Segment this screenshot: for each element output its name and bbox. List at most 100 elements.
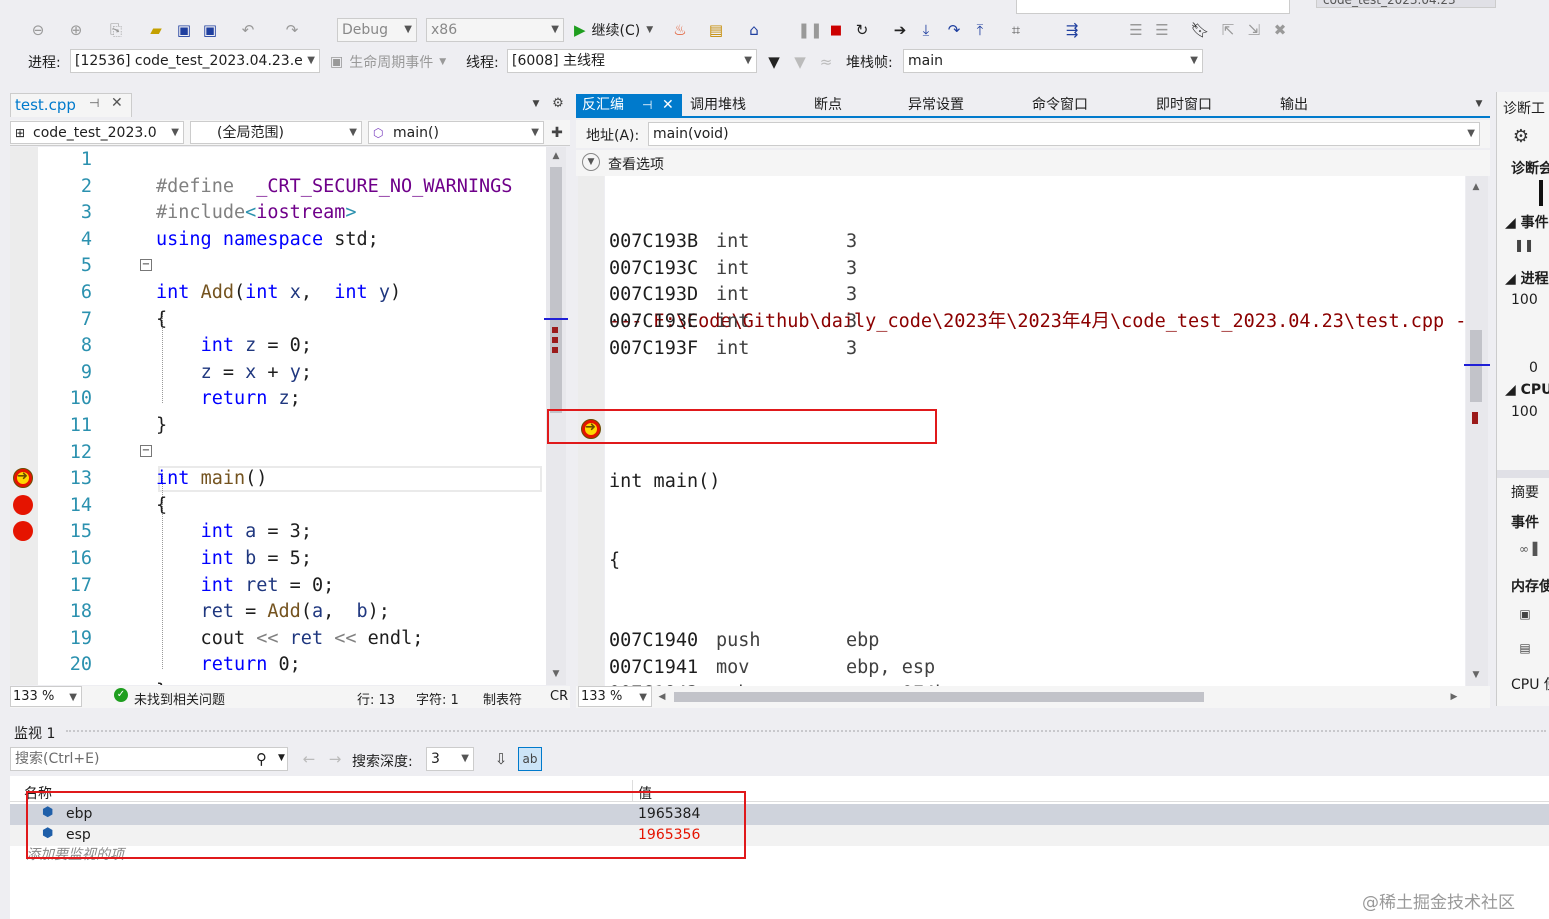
h-scroll-thumb[interactable] [674,692,1204,702]
prev-bookmark-icon[interactable]: ⇱ [1218,20,1238,40]
solution-tab[interactable]: code_test_2023.04.23 [1316,0,1496,8]
format-view-icon[interactable]: ab [518,747,542,771]
save-icon[interactable]: ▣ [174,20,194,40]
disasm-row[interactable]: 007C193B int 3 [609,229,1449,256]
diag-events-link[interactable]: ∞ ▌ [1519,542,1542,556]
filter-icon[interactable]: ▼ [764,52,784,72]
undo-icon[interactable]: ↶ [238,20,258,40]
thread-dropdown[interactable]: [6008] 主线程 ▼ [507,49,757,73]
split-icon[interactable]: ✚ [548,124,566,142]
outdent-icon[interactable]: ☰ [1126,20,1146,40]
stackframe-dropdown[interactable]: main ▼ [903,49,1203,73]
filter-clear-icon[interactable]: ▼ [790,52,810,72]
scope-dropdown[interactable]: (全局范围) ▼ [190,121,362,144]
new-project-icon[interactable]: ⎘ [106,20,126,40]
tab-exception-settings[interactable]: 异常设置 [908,94,964,116]
disasm-row[interactable]: 007C193C int 3 [609,256,1449,283]
pause-icon[interactable]: ❚❚ [797,20,822,40]
redo-icon[interactable]: ↷ [282,20,302,40]
indent-icon[interactable]: ☰ [1152,20,1172,40]
project-dropdown[interactable]: ⊞ code_test_2023.0 ▼ [10,121,184,144]
pin-icon[interactable]: ⊣ [89,96,99,110]
settings-icon[interactable]: ⚙ [550,94,566,112]
fold-toggle[interactable]: − [140,445,152,457]
next-bookmark-icon[interactable]: ⇲ [1244,20,1264,40]
forward-icon[interactable]: ⊕ [66,20,86,40]
pause-icon[interactable]: ❚❚ [1514,238,1534,252]
process-dropdown[interactable]: [12536] code_test_2023.04.23.e ▼ [70,49,320,73]
function-dropdown[interactable]: ⬡ main() ▼ [368,121,544,144]
disasm-row[interactable]: 007C193E int 3 [609,309,1449,336]
code-editor[interactable]: 1 2 3 4 5 6 7 8 9 10 11 12 13 14 15 16 17 18 19 20 − − #def… [38,147,546,685]
home-icon[interactable]: ⌂ [744,20,764,40]
step-over-icon[interactable]: ↷ [944,20,964,40]
watch-search-input[interactable]: 搜索(Ctrl+E) [10,747,288,771]
tab-immediate-window[interactable]: 即时窗口 [1156,94,1212,116]
breakpoint-icon[interactable] [13,495,33,515]
disasm-zoom-dropdown[interactable]: 133 % ▼ [578,686,652,707]
gear-icon[interactable]: ⚙ [1511,126,1531,147]
continue-button[interactable]: ▶ 继续(C) ▼ [574,18,653,42]
top-search-box[interactable] [1016,0,1290,14]
lifecycle-events-button[interactable]: ▣ 生命周期事件 ▼ [330,52,446,72]
fold-toggle[interactable]: − [140,259,152,271]
open-folder-icon[interactable]: ▰ [146,20,166,40]
close-icon[interactable]: ✕ [662,94,674,116]
tab-call-stack[interactable]: 调用堆栈 [690,94,746,116]
stop-icon[interactable]: ■ [826,20,846,40]
camera-icon[interactable]: ▣ [1517,606,1533,622]
scroll-up-icon[interactable]: ▲ [548,149,564,163]
zoom-dropdown[interactable]: 133 % ▼ [10,686,82,707]
restart-icon[interactable]: ↻ [852,20,872,40]
tab-disassembly[interactable]: 反汇编 ⊣ ✕ [576,94,682,116]
chevron-down-icon[interactable]: ▼ [278,753,285,763]
disasm-row[interactable]: 007C193F int 3 [609,336,1449,363]
address-input[interactable]: main(void) ▼ [648,122,1480,146]
search-forward-icon[interactable]: → [326,750,344,768]
configuration-dropdown[interactable]: Debug ▼ [337,18,417,42]
tab-list-dropdown-icon[interactable]: ▼ [1472,96,1486,112]
step-into-icon[interactable]: ⤓ [916,20,936,40]
save-all-icon[interactable]: ▣ [200,20,220,40]
scroll-thumb[interactable] [1470,330,1482,402]
diag-summary-tab[interactable]: 摘要 [1511,482,1539,502]
find-in-files-icon[interactable]: ▤ [706,20,726,40]
close-icon[interactable]: ✕ [111,95,123,111]
breakpoint-icon[interactable] [13,521,33,541]
hex-display-icon[interactable]: ⌗ [1006,20,1026,40]
hot-reload-icon[interactable]: ♨ [670,20,690,40]
glyph-margin[interactable] [10,147,38,685]
editor-tab[interactable]: test.cpp ⊣ ✕ [10,93,132,117]
step-out-icon[interactable]: ⤒ [970,20,990,40]
disasm-scrollbar[interactable]: ▲ ▼ [1464,176,1490,686]
scroll-down-icon[interactable]: ▼ [548,667,564,681]
pin-icon[interactable]: ⊣ [642,94,652,116]
tab-command-window[interactable]: 命令窗口 [1032,94,1088,116]
tab-output[interactable]: 输出 [1280,94,1308,116]
bookmark-icon[interactable]: 🔖︎ [1190,20,1210,40]
pin-watch-icon[interactable]: ⇩ [492,750,510,768]
scroll-up-icon[interactable]: ▲ [1468,180,1484,194]
search-icon[interactable]: ⚲ [256,750,267,768]
scroll-left-icon[interactable]: ◀ [656,690,668,704]
disasm-row[interactable]: 007C1940 push ebp [609,628,1449,655]
scroll-down-icon[interactable]: ▼ [1468,668,1484,682]
show-next-statement-icon[interactable]: ➔ [890,20,910,40]
platform-dropdown[interactable]: x86 ▼ [426,18,564,42]
clear-bookmarks-icon[interactable]: ✖ [1270,20,1290,40]
back-icon[interactable]: ⊖ [28,20,48,40]
flag-threads-icon[interactable]: ≈ [816,52,836,72]
issues-status[interactable]: 未找到相关问题 [134,689,225,708]
disasm-row[interactable]: 007C193D int 3 [609,282,1449,309]
scroll-thumb[interactable] [550,167,562,413]
search-depth-dropdown[interactable]: 3 ▼ [426,747,474,771]
view-options-row[interactable]: ▼ 查看选项 [576,150,1490,176]
expand-chevron-icon[interactable]: ▼ [582,153,600,171]
eol-indicator[interactable]: CR [550,689,568,704]
scroll-right-icon[interactable]: ▶ [1448,690,1460,704]
tabs-indicator[interactable]: 制表符 [483,689,522,708]
thread-icon[interactable]: ⇶ [1062,20,1082,40]
heap-icon[interactable]: ▤ [1517,640,1533,656]
tab-list-dropdown-icon[interactable]: ▼ [528,96,544,112]
search-back-icon[interactable]: ← [300,750,318,768]
